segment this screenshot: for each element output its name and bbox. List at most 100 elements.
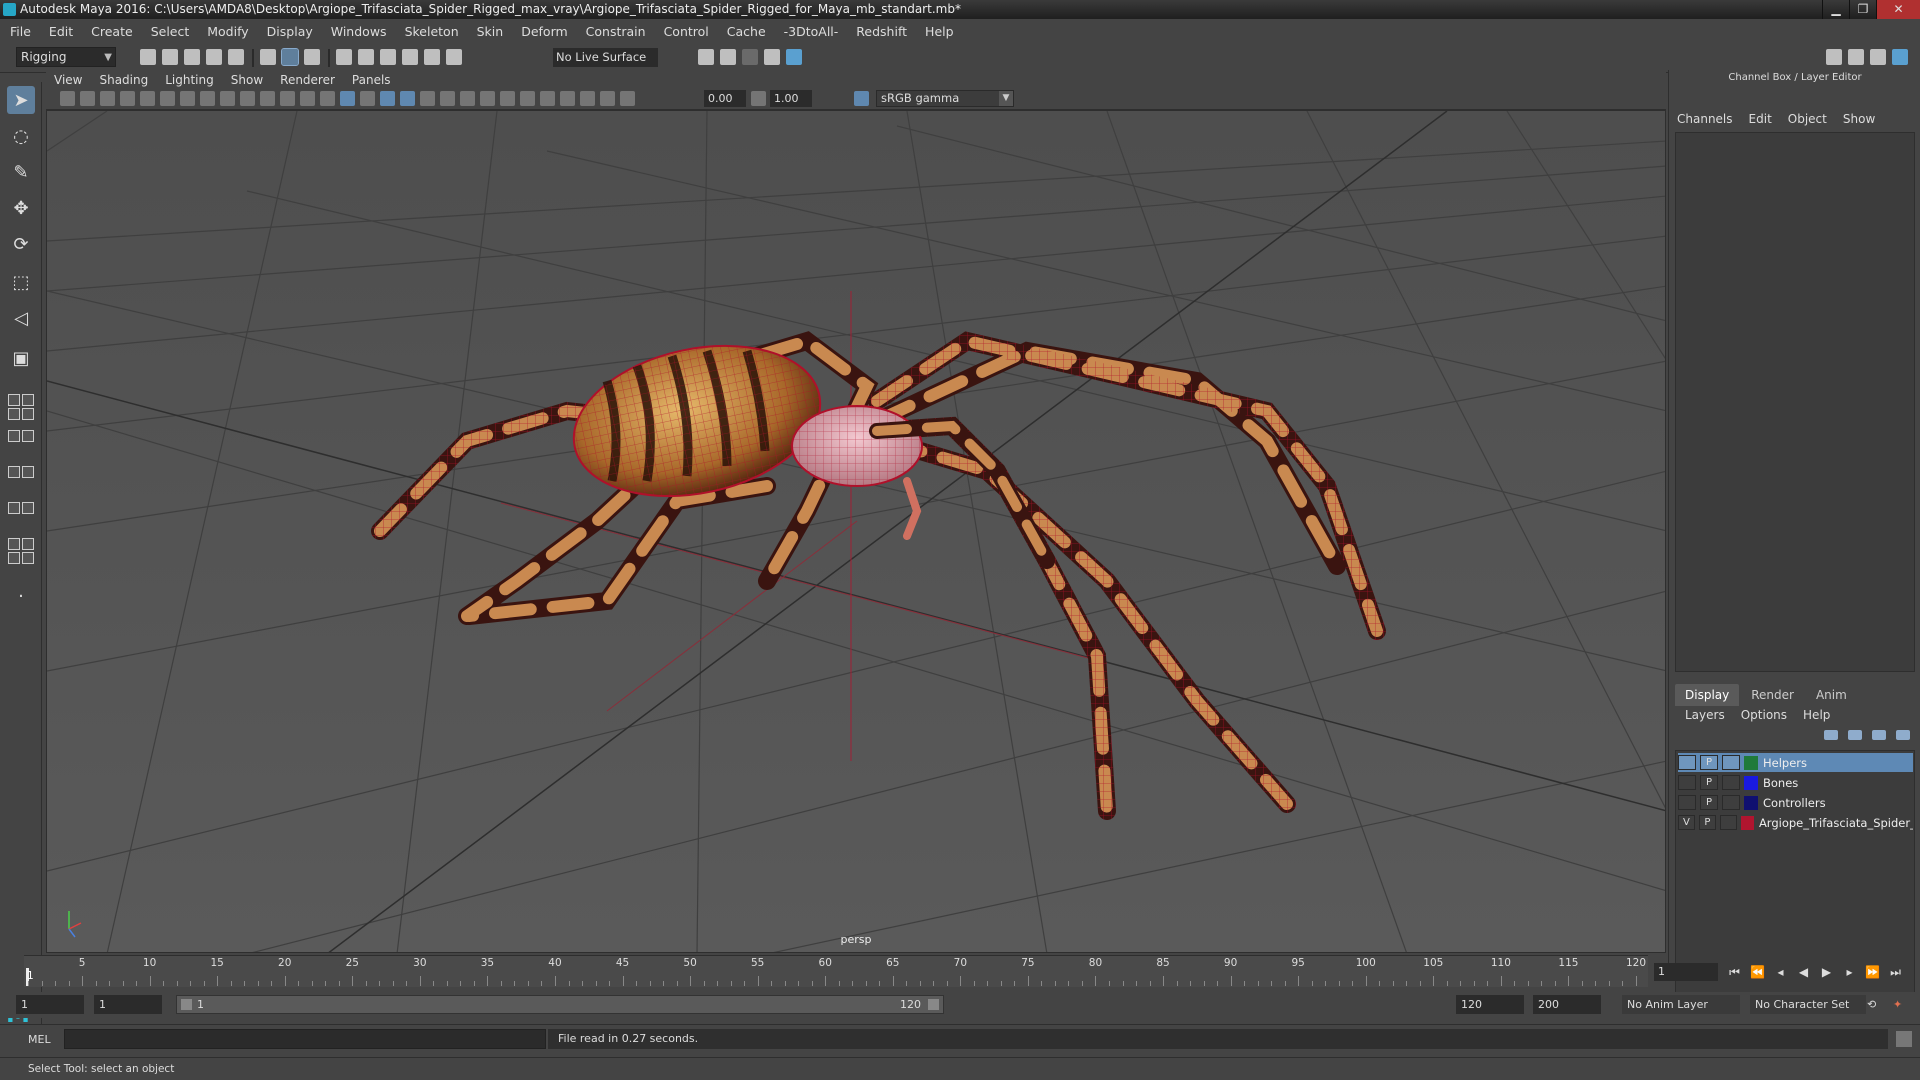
go-to-start-icon[interactable]: ⏮ [1725, 963, 1744, 981]
menu-modify[interactable]: Modify [207, 24, 248, 39]
anti-aliasing-icon[interactable] [500, 91, 515, 106]
snap-together-icon[interactable] [446, 49, 462, 65]
time-slider[interactable]: 1 5 10 15 20 25 30 35 40 45 50 55 60 65 70 75 80 85 90 95 1… [24, 955, 1648, 987]
rotate-tool-icon[interactable]: ⟳ [7, 230, 35, 258]
menu-edit[interactable]: Edit [49, 24, 73, 39]
snap-view-plane-icon[interactable] [402, 49, 418, 65]
layer-row-helpers[interactable]: P Helpers [1678, 753, 1913, 772]
panel-menu-lighting[interactable]: Lighting [165, 73, 214, 87]
depth-of-field-icon[interactable] [520, 91, 535, 106]
persp-outliner-layout-icon[interactable] [8, 430, 36, 456]
outliner-layout-icon[interactable] [8, 538, 36, 564]
smooth-shade-icon[interactable] [340, 91, 355, 106]
range-start-handle[interactable] [181, 999, 192, 1010]
current-frame-field[interactable]: 1 [1654, 963, 1718, 981]
panel-menu-shading[interactable]: Shading [99, 73, 148, 87]
script-language-toggle[interactable]: MEL [28, 1033, 51, 1046]
exposure-field[interactable]: 0.00 [704, 90, 746, 107]
menu-deform[interactable]: Deform [521, 24, 567, 39]
layer-type-toggle[interactable] [1719, 815, 1737, 830]
cb-menu-edit[interactable]: Edit [1749, 112, 1772, 126]
panel-menu-view[interactable]: View [54, 73, 82, 87]
script-editor-icon[interactable] [1896, 1031, 1912, 1047]
layer-color-swatch[interactable] [1744, 755, 1758, 770]
layer-playback-toggle[interactable]: P [1700, 795, 1718, 810]
layer-playback-toggle[interactable]: P [1700, 775, 1718, 790]
camera-attributes-icon[interactable] [80, 91, 95, 106]
view-transform-icon[interactable] [854, 91, 869, 106]
isolate-select-icon[interactable] [540, 91, 555, 106]
layer-playback-toggle[interactable]: P [1700, 755, 1718, 770]
step-back-frame-icon[interactable]: ◂ [1771, 963, 1790, 981]
channel-box-area[interactable] [1675, 132, 1915, 672]
menu-constrain[interactable]: Constrain [586, 24, 646, 39]
screen-space-ao-icon[interactable] [460, 91, 475, 106]
layer-color-swatch[interactable] [1744, 795, 1758, 810]
le-menu-help[interactable]: Help [1803, 708, 1830, 722]
cb-menu-channels[interactable]: Channels [1677, 112, 1733, 126]
select-tool-icon[interactable]: ➤ [7, 86, 35, 114]
tab-display[interactable]: Display [1675, 684, 1740, 706]
make-live-icon[interactable] [424, 49, 440, 65]
gamma-field[interactable]: 1.00 [770, 90, 812, 107]
tab-render[interactable]: Render [1741, 684, 1804, 706]
layer-playback-toggle[interactable]: P [1698, 815, 1716, 830]
menu-control[interactable]: Control [664, 24, 709, 39]
menu-skeleton[interactable]: Skeleton [405, 24, 459, 39]
panel-menu-renderer[interactable]: Renderer [280, 73, 335, 87]
snap-grid-icon[interactable] [336, 49, 352, 65]
render-frame-icon[interactable] [720, 49, 736, 65]
menu-windows[interactable]: Windows [331, 24, 387, 39]
ipr-render-icon[interactable] [742, 49, 758, 65]
2d-pan-zoom-icon[interactable] [140, 91, 155, 106]
attribute-editor-icon[interactable] [1848, 49, 1864, 65]
tool-settings-icon[interactable] [1870, 49, 1886, 65]
layer-row-spider-mesh[interactable]: V P Argiope_Trifasciata_Spider_R [1678, 813, 1913, 832]
menu-redshift[interactable]: Redshift [856, 24, 907, 39]
modeling-toolkit-icon[interactable] [1826, 49, 1842, 65]
live-surface-field[interactable]: No Live Surface [553, 48, 658, 67]
default-material-icon[interactable] [360, 91, 375, 106]
minimize-button[interactable]: ▁ [1822, 0, 1849, 19]
menu-create[interactable]: Create [91, 24, 133, 39]
maximize-button[interactable]: ❐ [1849, 0, 1876, 19]
layer-color-swatch[interactable] [1740, 815, 1754, 830]
single-perspective-layout-icon[interactable]: ▣ [7, 344, 35, 372]
safe-title-icon[interactable] [300, 91, 315, 106]
animation-start-field[interactable]: 1 [16, 995, 84, 1014]
motion-blur-icon[interactable] [480, 91, 495, 106]
menu-select[interactable]: Select [151, 24, 190, 39]
grid-icon[interactable] [180, 91, 195, 106]
undo-icon[interactable] [206, 49, 222, 65]
play-backwards-icon[interactable]: ◀ [1794, 963, 1813, 981]
animation-preferences-icon[interactable]: ✦ [1888, 995, 1908, 1014]
layer-visibility-toggle[interactable] [1678, 795, 1696, 810]
range-slider[interactable]: 1 120 [176, 995, 944, 1014]
textured-icon[interactable] [400, 91, 415, 106]
menu-display[interactable]: Display [267, 24, 313, 39]
panel-menu-panels[interactable]: Panels [352, 73, 391, 87]
film-gate-icon[interactable] [200, 91, 215, 106]
move-tool-icon[interactable]: ✥ [7, 194, 35, 222]
xray-icon[interactable] [560, 91, 575, 106]
select-object-icon[interactable] [281, 48, 299, 66]
camera-select-icon[interactable] [60, 91, 75, 106]
resolution-gate-icon[interactable] [220, 91, 235, 106]
cb-menu-show[interactable]: Show [1843, 112, 1875, 126]
panel-menu-show[interactable]: Show [231, 73, 263, 87]
close-button[interactable]: ✕ [1876, 0, 1920, 19]
persp-hypershade-layout-icon[interactable] [8, 502, 36, 528]
step-forward-frame-icon[interactable]: ▸ [1840, 963, 1859, 981]
perspective-viewport[interactable]: persp [46, 110, 1666, 953]
character-set-dropdown[interactable]: No Character Set [1750, 995, 1866, 1014]
tab-anim[interactable]: Anim [1806, 684, 1857, 706]
new-layer-icon[interactable] [1872, 730, 1886, 740]
le-menu-layers[interactable]: Layers [1685, 708, 1725, 722]
scale-tool-icon[interactable]: ⬚ [7, 268, 35, 296]
cb-menu-object[interactable]: Object [1788, 112, 1827, 126]
menu-set-dropdown[interactable]: Rigging ▼ [16, 47, 116, 67]
last-tool-icon[interactable]: ◁ [7, 304, 35, 332]
color-space-dropdown[interactable]: sRGB gamma ▼ [876, 90, 1014, 107]
layer-type-toggle[interactable] [1722, 775, 1740, 790]
menu-file[interactable]: File [10, 24, 31, 39]
